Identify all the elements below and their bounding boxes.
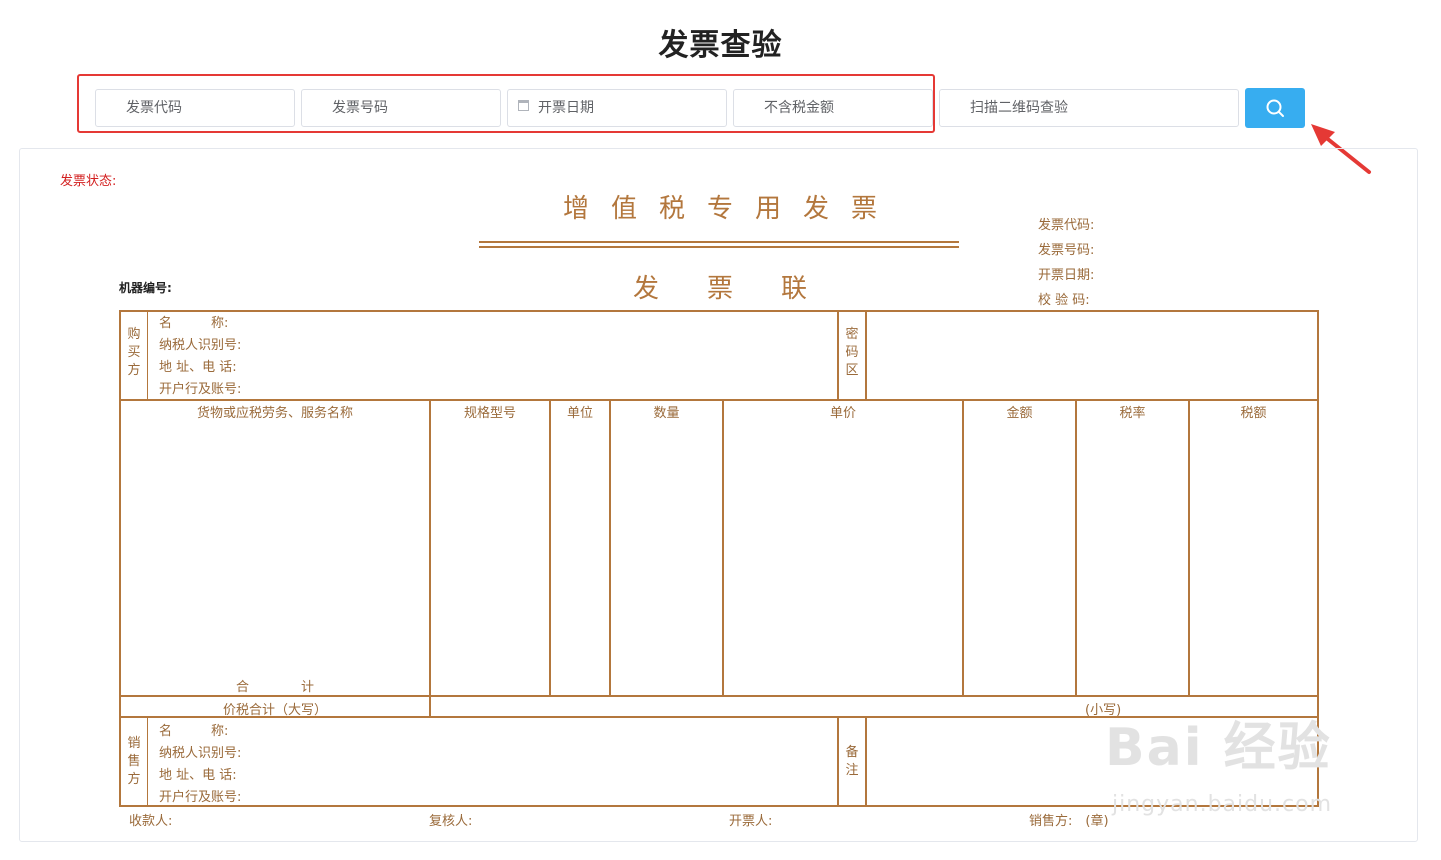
seller-bank-label: 开户行及账号: [159,790,242,805]
search-icon [1266,99,1284,117]
meta-number-label: 发票号码: [1038,243,1095,258]
machine-number-label: 机器编号: [119,281,172,295]
table-divider [722,399,724,696]
buyer-address-label: 地 址、电 话: [159,360,237,375]
col-goods-name: 货物或应税劳务、服务名称 [196,406,353,421]
issue-date-placeholder: 开票日期 [538,100,594,116]
buyer-section-label: 购买方 [127,327,141,378]
seller-seal-label: 销售方: (章) [1029,814,1109,829]
buyer-tax-id-label: 纳税人识别号: [159,338,242,353]
payee-label: 收款人: [129,814,173,829]
invoice-copy-name: 发票联 [632,274,855,304]
col-unit: 单位 [566,406,593,421]
issue-date-picker[interactable]: 开票日期 [507,89,727,127]
col-amount: 金额 [1006,406,1033,421]
invoice-title: 增值税专用发票 [562,194,899,224]
reviewer-label: 复核人: [429,814,473,829]
issuer-label: 开票人: [729,814,773,829]
invoice-status: 发票状态: [60,174,117,189]
qr-scan-placeholder: 扫描二维码查验 [970,100,1068,116]
invoice-code-placeholder: 发票代码 [126,100,182,116]
search-button[interactable] [1245,88,1305,128]
col-spec: 规格型号 [463,406,516,421]
table-divider [147,716,148,806]
buyer-bank-label: 开户行及账号: [159,382,242,397]
col-unit-price: 单价 [829,406,856,421]
calendar-icon [518,100,529,111]
table-divider [119,695,1319,697]
table-divider [837,716,839,806]
table-divider [1075,399,1077,696]
table-divider [609,399,611,696]
col-tax-amount: 税额 [1240,406,1267,421]
amount-placeholder: 不含税金额 [764,100,834,116]
table-divider [865,310,867,400]
table-divider [549,399,551,696]
seller-address-label: 地 址、电 话: [159,768,237,783]
seller-tax-id-label: 纳税人识别号: [159,746,242,761]
meta-code-label: 发票代码: [1038,218,1095,233]
seller-name-label: 名 称: [159,724,229,739]
table-divider [429,399,431,717]
col-tax-rate: 税率 [1119,406,1146,421]
meta-check-code-label: 校 验 码: [1038,293,1090,308]
baidu-watermark-url: jingyan.baidu.com [1112,792,1333,817]
seller-section-label: 销售方 [127,736,141,787]
buyer-name-label: 名 称: [159,316,229,331]
meta-date-label: 开票日期: [1038,268,1095,283]
amount-input[interactable]: 不含税金额 [733,89,933,127]
table-border [119,310,1319,312]
total-tax-upper-label: 价税合计（大写） [222,703,327,718]
invoice-number-placeholder: 发票号码 [332,100,388,116]
qr-scan-input[interactable]: 扫描二维码查验 [939,89,1239,127]
table-divider [865,716,867,806]
total-label: 合 计 [235,680,314,695]
baidu-watermark: Bai 经验 [1105,718,1332,778]
table-divider [837,310,839,400]
page-title: 发票查验 [658,28,783,63]
table-divider [962,399,964,696]
remarks-label: 备注 [845,745,859,778]
table-divider [1188,399,1190,696]
col-quantity: 数量 [653,406,680,421]
table-border [119,310,121,807]
table-divider [147,310,148,400]
table-divider [119,399,1319,401]
invoice-code-input[interactable]: 发票代码 [95,89,295,127]
invoice-number-input[interactable]: 发票号码 [301,89,501,127]
title-double-line [479,241,959,248]
cipher-area-label: 密码区 [845,327,859,378]
